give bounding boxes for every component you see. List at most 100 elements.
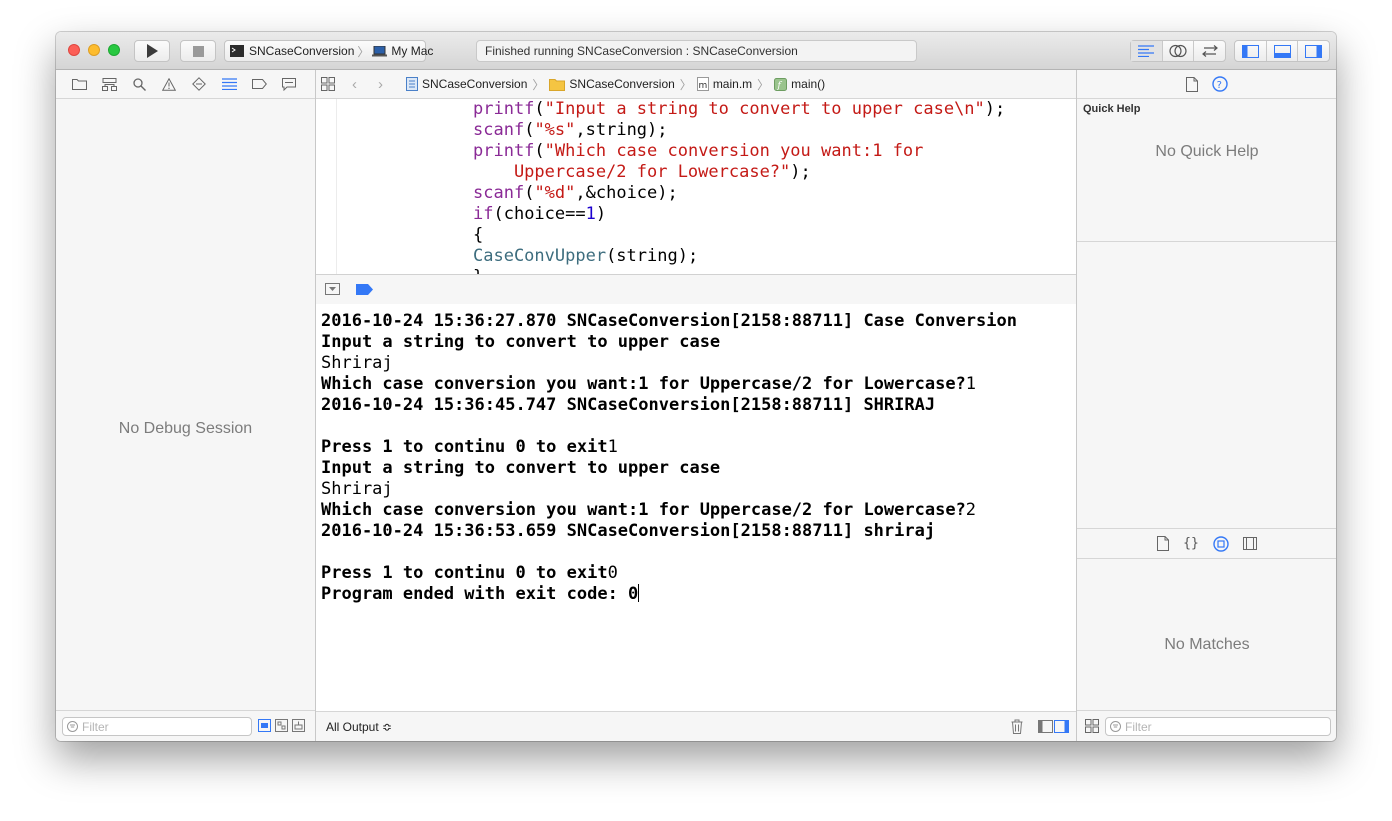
code-token: 1 bbox=[585, 204, 596, 224]
chevron-right-icon: 〉 bbox=[757, 77, 770, 92]
code-token: ,string); bbox=[575, 120, 668, 140]
code-line[interactable]: Uppercase/2 for Lowercase?"); bbox=[473, 162, 1005, 183]
console-line: 2016-10-24 15:36:53.659 SNCaseConversion… bbox=[321, 521, 1017, 542]
code-token: if bbox=[473, 204, 494, 224]
quick-help-icon[interactable]: ? bbox=[1212, 76, 1228, 92]
source-code[interactable]: printf("Input a string to convert to upp… bbox=[473, 99, 1005, 274]
console-line: 2016-10-24 15:36:45.747 SNCaseConversion… bbox=[321, 395, 1017, 416]
trash-icon[interactable] bbox=[1011, 719, 1023, 734]
console-user-input: 1 bbox=[607, 437, 618, 457]
breakpoint-icon[interactable] bbox=[250, 75, 268, 93]
code-token: Uppercase/2 for Lowercase?" bbox=[473, 162, 791, 182]
chevron-right-icon[interactable]: › bbox=[378, 76, 383, 93]
chevron-right-icon: 〉 bbox=[679, 77, 692, 92]
activity-viewer: Finished running SNCaseConversion : SNCa… bbox=[476, 40, 917, 62]
code-token: ( bbox=[534, 141, 545, 161]
console-line: 2016-10-24 15:36:27.870 SNCaseConversion… bbox=[321, 311, 1017, 332]
test-icon[interactable] bbox=[190, 75, 208, 93]
no-quick-help-label: No Quick Help bbox=[1155, 143, 1259, 160]
toggle-debug-area-button[interactable] bbox=[1267, 41, 1299, 61]
console-line-text: Which case conversion you want:1 for Upp… bbox=[321, 374, 966, 394]
minimize-window-button[interactable] bbox=[88, 44, 100, 56]
svg-text:?: ? bbox=[1217, 80, 1222, 91]
assistant-editor-button[interactable] bbox=[1163, 41, 1195, 61]
code-line[interactable]: if(choice==1) bbox=[473, 204, 1005, 225]
file-template-library-icon[interactable] bbox=[1157, 536, 1170, 551]
show-variables-view-icon[interactable] bbox=[1038, 720, 1053, 733]
breadcrumb-group[interactable]: SNCaseConversion bbox=[569, 77, 674, 91]
show-queues-icon[interactable] bbox=[275, 719, 288, 732]
search-icon[interactable] bbox=[130, 75, 148, 93]
code-token: "%d" bbox=[534, 183, 576, 203]
library-filter-field[interactable]: Filter bbox=[1105, 717, 1331, 736]
code-line[interactable]: } bbox=[473, 267, 1005, 274]
console-line: Which case conversion you want:1 for Upp… bbox=[321, 500, 1017, 521]
file-inspector-icon[interactable] bbox=[1186, 76, 1198, 92]
chevron-left-icon[interactable]: ‹ bbox=[352, 76, 357, 93]
code-token: CaseConvUpper bbox=[473, 246, 607, 266]
stop-button[interactable] bbox=[180, 40, 216, 62]
console-line-text: 2016-10-24 15:36:45.747 SNCaseConversion… bbox=[321, 395, 936, 415]
console-line-text: 2016-10-24 15:36:27.870 SNCaseConversion… bbox=[321, 311, 1017, 331]
scheme-target-label: SNCaseConversion bbox=[249, 44, 355, 58]
run-button[interactable] bbox=[134, 40, 170, 62]
code-token: ,&choice); bbox=[575, 183, 678, 203]
show-threads-icon[interactable] bbox=[258, 719, 271, 732]
code-token: scanf bbox=[473, 183, 525, 203]
function-icon: f bbox=[774, 77, 788, 91]
toggle-inspector-button[interactable] bbox=[1298, 41, 1329, 61]
report-icon[interactable] bbox=[280, 75, 298, 93]
breadcrumb-project[interactable]: SNCaseConversion bbox=[422, 77, 527, 91]
bottom-panel-icon bbox=[1273, 44, 1291, 58]
console-line: Program ended with exit code: 0 bbox=[321, 584, 1017, 605]
standard-editor-button[interactable] bbox=[1131, 41, 1163, 61]
code-line[interactable]: { bbox=[473, 225, 1005, 246]
show-console-view-icon[interactable] bbox=[1054, 720, 1069, 733]
chevron-right-icon: 〉 bbox=[532, 77, 545, 92]
breadcrumb-file[interactable]: main.m bbox=[713, 77, 752, 91]
hierarchy-icon[interactable] bbox=[100, 75, 118, 93]
folder-icon[interactable] bbox=[70, 75, 88, 93]
code-line[interactable]: scanf("%d",&choice); bbox=[473, 183, 1005, 204]
console-line-text: Input a string to convert to upper case bbox=[321, 458, 721, 478]
code-line[interactable]: scanf("%s",string); bbox=[473, 120, 1005, 141]
objc-file-icon: m bbox=[696, 77, 709, 91]
inspector-tab-bar: ? bbox=[1077, 70, 1336, 99]
align-lines-icon bbox=[1138, 45, 1155, 57]
console-output[interactable]: 2016-10-24 15:36:27.870 SNCaseConversion… bbox=[316, 304, 1076, 711]
output-selector[interactable]: All Output ≎ bbox=[326, 720, 392, 734]
breakpoints-toggle-icon[interactable] bbox=[356, 284, 373, 295]
code-token: ( bbox=[524, 183, 535, 203]
debug-icon[interactable] bbox=[220, 75, 238, 93]
console-line: Input a string to convert to upper case bbox=[321, 458, 1017, 479]
hide-debug-area-icon[interactable] bbox=[325, 283, 340, 295]
warning-icon[interactable] bbox=[160, 75, 178, 93]
close-window-button[interactable] bbox=[68, 44, 80, 56]
version-editor-button[interactable] bbox=[1194, 41, 1225, 61]
console-line: Shriraj bbox=[321, 479, 1017, 500]
code-line[interactable]: printf("Which case conversion you want:1… bbox=[473, 141, 1005, 162]
code-token: "Input a string to convert to upper case… bbox=[544, 99, 985, 119]
breadcrumb-function[interactable]: main() bbox=[791, 77, 825, 91]
toggle-navigator-button[interactable] bbox=[1235, 41, 1267, 61]
console-line-text: Shriraj bbox=[321, 479, 393, 499]
object-library-icon[interactable] bbox=[1213, 535, 1229, 552]
media-library-icon[interactable] bbox=[1242, 537, 1257, 550]
source-editor[interactable]: printf("Input a string to convert to upp… bbox=[316, 99, 1076, 274]
show-processes-icon[interactable] bbox=[292, 719, 305, 732]
code-line[interactable]: printf("Input a string to convert to upp… bbox=[473, 99, 1005, 120]
console-text[interactable]: 2016-10-24 15:36:27.870 SNCaseConversion… bbox=[321, 311, 1017, 605]
navigator-filter-field[interactable]: Filter bbox=[62, 717, 252, 736]
grid-view-icon[interactable] bbox=[1085, 719, 1099, 733]
navigator-panel: No Debug Session Filter bbox=[56, 70, 316, 741]
inspector-footer: Filter bbox=[1077, 710, 1336, 741]
mac-laptop-icon bbox=[372, 45, 388, 57]
no-matches-label: No Matches bbox=[1164, 636, 1250, 653]
scheme-selector[interactable]: SNCaseConversion 〉 My Mac bbox=[224, 40, 433, 62]
code-line[interactable]: CaseConvUpper(string); bbox=[473, 246, 1005, 267]
related-items-grid-icon[interactable] bbox=[321, 77, 335, 91]
zoom-window-button[interactable] bbox=[108, 44, 120, 56]
code-snippet-library-icon[interactable]: {} bbox=[1183, 536, 1199, 551]
console-user-input: 0 bbox=[607, 563, 618, 583]
code-token: ( bbox=[524, 120, 535, 140]
